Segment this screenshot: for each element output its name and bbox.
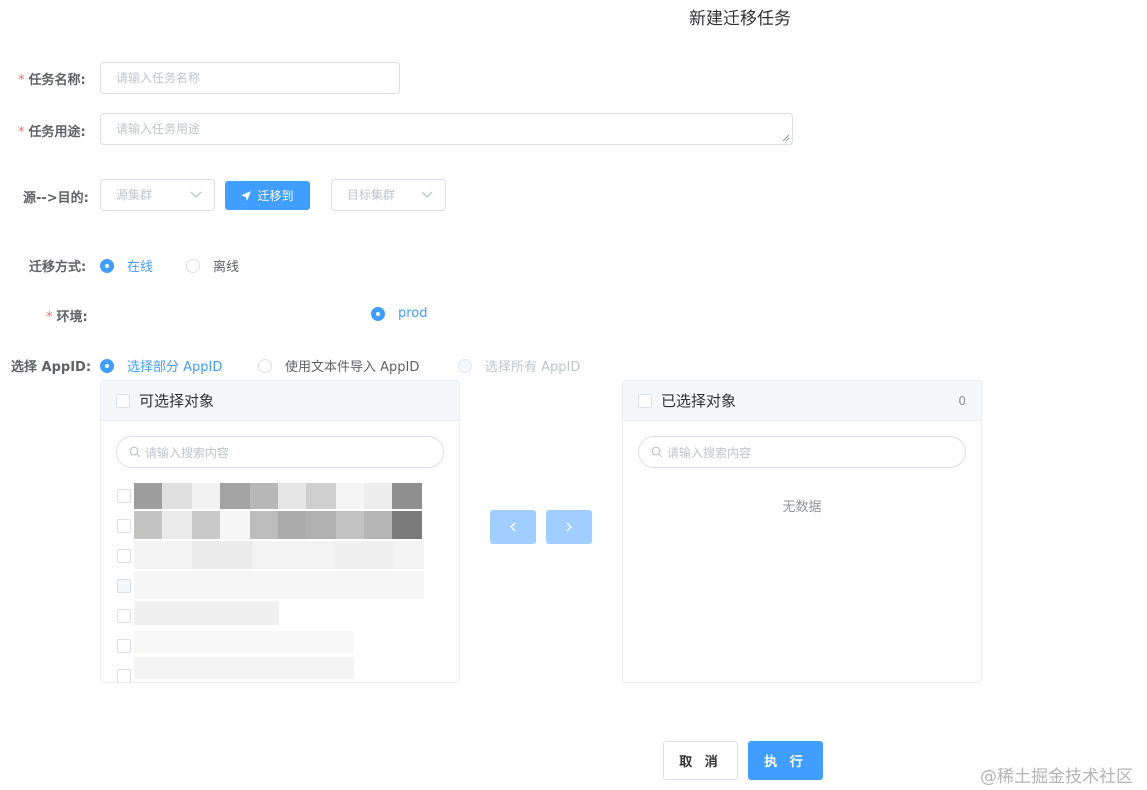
transfer-source-search-placeholder: 请输入搜索内容 [145,445,230,460]
task-name-label-text: 任务名称: [28,73,86,88]
radio-dot [371,306,385,321]
select-all-checkbox[interactable] [116,393,130,408]
required-mark: * [46,310,53,325]
transfer-target-title: 已选择对象 [661,392,737,410]
search-icon [651,446,663,458]
send-icon [241,190,252,201]
item-checkbox[interactable] [117,519,131,533]
appid-file-import-label: 使用文本件导入 AppID [285,360,420,375]
target-cluster-placeholder: 目标集群 [347,188,396,202]
route-label: 源-->目的: [23,191,89,206]
resize-grip-icon[interactable] [782,134,790,142]
list-item[interactable] [117,571,131,601]
radio-dot [258,358,272,373]
watermark: @稀土掘金技术社区 [980,767,1133,787]
required-mark: * [18,125,25,140]
appid-file-import-radio[interactable]: 使用文本件导入 AppID [258,356,419,375]
task-purpose-textarea[interactable]: 请输入任务用途 [100,113,793,145]
transfer-source-panel: 可选择对象 请输入搜索内容 [100,380,460,683]
mode-offline-label: 离线 [213,260,240,275]
radio-dot [100,258,114,273]
target-cluster-select[interactable]: 目标集群 [331,179,446,211]
task-purpose-placeholder: 请输入任务用途 [116,122,201,136]
env-label: * 环境: [46,306,88,325]
list-item[interactable] [117,601,131,631]
list-item[interactable] [117,541,131,571]
item-checkbox[interactable] [117,669,131,682]
list-item[interactable] [117,631,131,661]
mode-online-label: 在线 [127,260,154,275]
source-cluster-placeholder: 源集群 [116,188,153,202]
move-left-button[interactable] [490,510,536,544]
execute-button[interactable]: 执 行 [748,741,823,780]
required-mark: * [18,73,25,88]
item-checkbox[interactable] [117,609,131,623]
chevron-down-icon [190,191,202,198]
transfer-source-header: 可选择对象 [101,381,459,421]
list-item[interactable] [117,661,131,682]
mode-label: 迁移方式: [29,260,87,275]
radio-dot [100,358,114,373]
list-item[interactable] [117,481,131,511]
chevron-left-icon [510,522,516,532]
radio-dot [186,258,200,273]
task-name-placeholder: 请输入任务名称 [116,71,201,85]
appid-partial-label: 选择部分 AppID [127,360,223,375]
page-title: 新建迁移任务 [689,9,791,29]
transfer-source-title: 可选择对象 [139,392,215,410]
move-right-button[interactable] [546,510,592,544]
appid-partial-radio[interactable]: 选择部分 AppID [100,356,222,375]
item-checkbox[interactable] [117,639,131,653]
mode-offline-radio[interactable]: 离线 [186,256,239,275]
transfer-target-search[interactable]: 请输入搜索内容 [638,436,966,468]
env-prod-radio[interactable]: prod [371,306,428,321]
appid-label: 选择 AppID: [11,360,92,375]
search-icon [129,446,141,458]
migrate-to-label: 迁移到 [257,189,294,203]
selected-count: 0 [958,393,966,408]
task-name-input[interactable]: 请输入任务名称 [100,62,400,94]
item-checkbox[interactable] [117,579,131,593]
item-checkbox[interactable] [117,549,131,563]
appid-all-label: 选择所有 AppID [485,360,581,375]
task-purpose-label: * 任务用途: [18,121,86,140]
transfer-target-header: 已选择对象 0 [623,381,981,421]
chevron-right-icon [566,522,572,532]
source-cluster-select[interactable]: 源集群 [100,179,215,211]
task-purpose-label-text: 任务用途: [28,125,86,140]
env-label-text: 环境: [56,310,88,325]
item-checkbox[interactable] [117,489,131,503]
task-name-label: * 任务名称: [18,69,86,88]
appid-all-radio: 选择所有 AppID [458,356,580,375]
env-prod-label: prod [398,306,428,321]
transfer-target-search-placeholder: 请输入搜索内容 [667,445,752,460]
select-all-checkbox[interactable] [638,393,652,408]
empty-state: 无数据 [782,500,822,515]
transfer-source-search[interactable]: 请输入搜索内容 [116,436,444,468]
transfer-source-list [117,481,131,682]
transfer-target-panel: 已选择对象 0 请输入搜索内容 无数据 [622,380,982,683]
radio-dot [458,358,472,373]
cancel-button[interactable]: 取 消 [663,741,738,780]
mode-online-radio[interactable]: 在线 [100,256,153,275]
chevron-down-icon [421,191,433,198]
list-item[interactable] [117,511,131,541]
redacted-content [134,483,424,679]
migrate-to-button[interactable]: 迁移到 [225,181,310,210]
